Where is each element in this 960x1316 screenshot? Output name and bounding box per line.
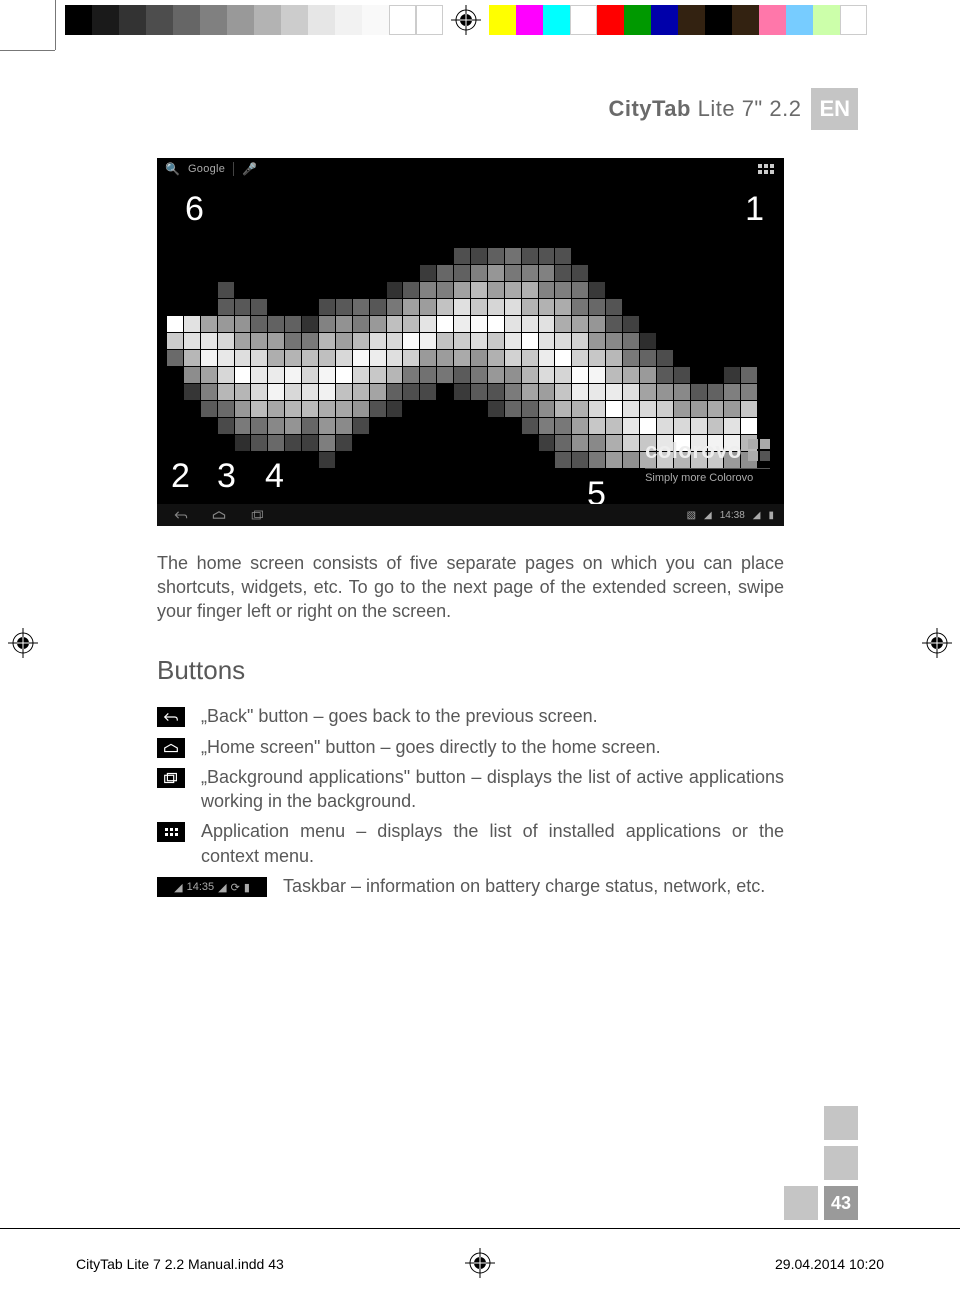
search-icon: 🔍: [165, 162, 180, 176]
decor-square: [784, 1186, 818, 1220]
app-menu-icon: [157, 822, 185, 842]
list-item-apps: Application menu – displays the list of …: [157, 819, 784, 868]
product-name-bold: CityTab: [608, 96, 691, 121]
search-brand: Google: [188, 163, 225, 175]
tablet-navbar: ▧ ◢ 14:38 ◢ ▮: [157, 504, 784, 526]
decor-square: [824, 1146, 858, 1180]
sync-icon: ⟳: [231, 881, 240, 894]
home-button-icon: [157, 738, 185, 758]
taskbar-sample-icon: ◢ 14:35 ◢ ⟳ ▮: [157, 877, 267, 897]
product-name-light: Lite 7" 2.2: [698, 96, 802, 121]
recent-icon: [249, 509, 265, 521]
buttons-list: „Back" button – goes back to the previou…: [157, 704, 784, 898]
signal-icon: ◢: [753, 510, 761, 521]
brand-word: colorovo: [645, 438, 742, 464]
registration-target-icon: [451, 5, 481, 35]
page-header: CityTab Lite 7" 2.2 EN: [608, 88, 858, 130]
decor-square: [824, 1106, 858, 1140]
brand-logo-icon: [748, 439, 770, 461]
battery-icon: ▮: [768, 510, 774, 521]
back-icon: [173, 509, 189, 521]
back-button-desc: „Back" button – goes back to the previou…: [201, 704, 784, 728]
signal-icon: ◢: [218, 881, 226, 894]
callout-6: 6: [185, 190, 204, 229]
callout-1: 1: [745, 190, 764, 229]
crop-line-horizontal: [0, 50, 55, 51]
list-item-taskbar: ◢ 14:35 ◢ ⟳ ▮ Taskbar – information on b…: [157, 874, 784, 898]
taskbar-desc: Taskbar – information on battery charge …: [283, 874, 784, 898]
home-icon: [211, 509, 227, 521]
indesign-slug: CityTab Lite 7 2.2 Manual.indd 43 29.04.…: [0, 1228, 960, 1316]
intro-paragraph: The home screen consists of five separat…: [157, 552, 784, 623]
wallpaper-wave: [167, 248, 757, 469]
wifi-icon: ◢: [174, 881, 182, 894]
tablet-status-bar: 🔍 Google 🎤: [157, 158, 784, 180]
language-badge: EN: [811, 88, 858, 130]
recent-apps-desc: „Background applications" button – displ…: [201, 765, 784, 814]
brand-block: colorovo Simply more Colorovo: [645, 438, 770, 484]
tablet-screenshot: 🔍 Google 🎤 6 1 2 3 4 5 colorovo Simply m…: [157, 158, 784, 526]
app-menu-desc: Application menu – displays the list of …: [201, 819, 784, 868]
taskbar-clock: 14:35: [187, 881, 215, 893]
list-item-recent: „Background applications" button – displ…: [157, 765, 784, 814]
list-item-back: „Back" button – goes back to the previou…: [157, 704, 784, 728]
color-swatches: [489, 5, 867, 35]
page-number-blocks: 43: [784, 1106, 858, 1220]
mic-icon: 🎤: [242, 162, 257, 176]
page-content: The home screen consists of five separat…: [157, 552, 784, 898]
brand-tagline: Simply more Colorovo: [645, 468, 770, 484]
registration-target-right: [922, 628, 952, 658]
print-color-bar: [55, 5, 867, 35]
page-number: 43: [824, 1186, 858, 1220]
registration-target-left: [8, 628, 38, 658]
apps-grid-icon: [758, 164, 774, 174]
wifi-icon: ◢: [704, 510, 712, 521]
clock-status: 14:38: [720, 510, 745, 521]
battery-icon: ▮: [244, 881, 250, 894]
registration-target-bottom: [465, 1248, 495, 1283]
list-item-home: „Home screen" button – goes directly to …: [157, 735, 784, 759]
indd-datetime: 29.04.2014 10:20: [775, 1256, 884, 1272]
gallery-icon: ▧: [687, 510, 696, 521]
buttons-heading: Buttons: [157, 655, 784, 686]
separator: [233, 162, 234, 176]
indd-filename: CityTab Lite 7 2.2 Manual.indd 43: [76, 1256, 284, 1272]
product-name: CityTab Lite 7" 2.2: [608, 96, 801, 122]
crop-line: [0, 1228, 960, 1229]
home-button-desc: „Home screen" button – goes directly to …: [201, 735, 784, 759]
back-button-icon: [157, 707, 185, 727]
recent-apps-icon: [157, 768, 185, 788]
gray-swatches: [65, 5, 443, 35]
